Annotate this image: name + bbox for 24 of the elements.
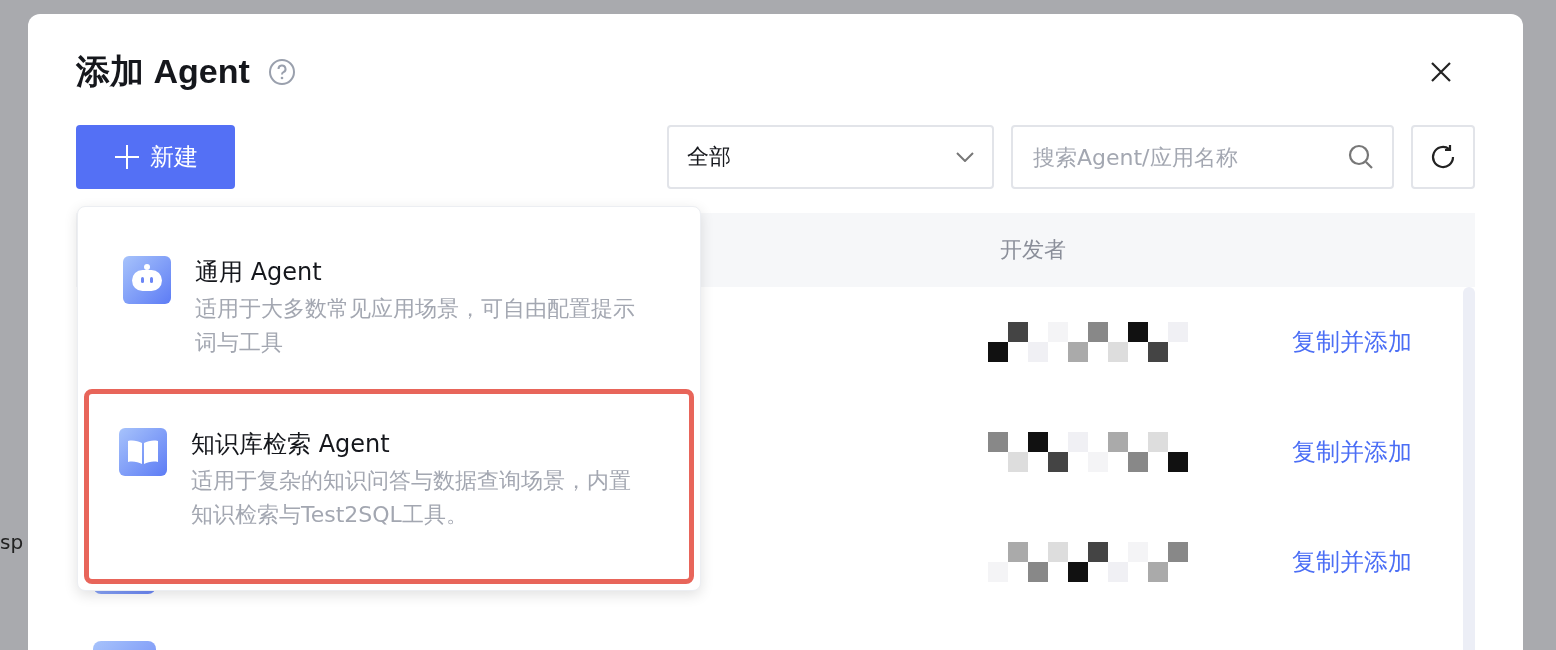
- menu-item[interactable]: 通用 Agent 适用于大多数常见应用场景，可自由配置提示词与工具: [84, 213, 694, 383]
- column-header: 开发者: [1000, 236, 1066, 264]
- copy-add-link[interactable]: 复制并添加: [1292, 436, 1412, 468]
- book-icon: [119, 428, 167, 476]
- filter-select[interactable]: 全部: [667, 125, 994, 189]
- new-button[interactable]: 新建: [76, 125, 235, 189]
- copy-add-link[interactable]: 复制并添加: [1292, 546, 1412, 578]
- refresh-button[interactable]: [1411, 125, 1475, 189]
- help-icon[interactable]: [267, 58, 296, 86]
- menu-item[interactable]: 知识库检索 Agent 适用于复杂的知识问答与数据查询场景，内置知识检索与Test2SQL工具。: [84, 389, 694, 584]
- plus-icon: [113, 144, 140, 170]
- robot-icon: [123, 256, 171, 304]
- background-text: sp: [0, 530, 25, 554]
- item-title: 通用 Agent: [195, 257, 323, 288]
- refresh-icon: [1429, 143, 1457, 171]
- search-input[interactable]: 搜索Agent/应用名称: [1031, 143, 1348, 171]
- chevron-down-icon: [956, 152, 974, 162]
- item-description: 适用于大多数常见应用场景，可自由配置提示词与工具: [195, 295, 636, 357]
- item-title: 知识库检索 Agent: [191, 429, 391, 460]
- dialog-title: 添加 Agent: [76, 51, 250, 92]
- search-icon: [1348, 144, 1374, 170]
- copy-add-link[interactable]: 复制并添加: [1292, 326, 1412, 358]
- search-field[interactable]: 搜索Agent/应用名称: [1011, 125, 1394, 189]
- item-description: 适用于复杂的知识问答与数据查询场景，内置知识检索与Test2SQL工具。: [191, 467, 632, 529]
